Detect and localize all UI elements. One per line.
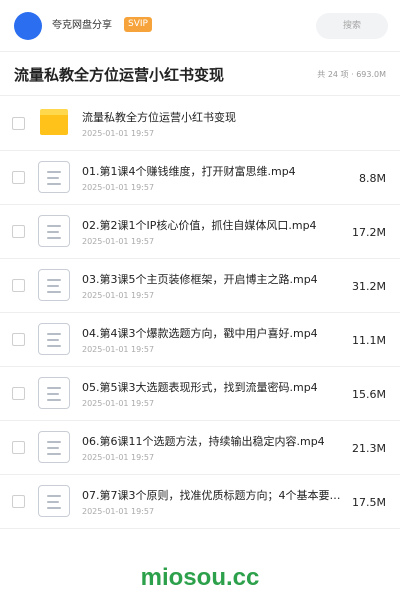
item-name: 04.第4课3个爆款选题方向，戳中用户喜好.mp4 <box>82 327 318 340</box>
item-date: 2025-01-01 19:57 <box>82 345 155 354</box>
item-summary: 共 24 项 · 693.0M <box>317 70 386 79</box>
folder-title-bar: 流量私教全方位运营小红书变现 共 24 项 · 693.0M <box>0 52 400 96</box>
list-item-folder[interactable]: 流量私教全方位运营小红书变现 2025-01-01 19:57 <box>0 97 400 151</box>
item-size: 17.5M <box>352 496 386 509</box>
file-list: 流量私教全方位运营小红书变现 2025-01-01 19:57 01.第1课4个… <box>0 97 400 529</box>
item-date: 2025-01-01 19:57 <box>82 507 155 516</box>
item-size: 17.2M <box>352 226 386 239</box>
item-name: 07.第7课3个原则，找准优质标题方向；4个基本要… <box>82 489 341 502</box>
site-watermark: miosou.cc <box>140 564 260 591</box>
file-icon <box>38 485 70 517</box>
select-checkbox[interactable] <box>12 387 25 400</box>
file-icon <box>38 161 70 193</box>
search-input[interactable]: 搜索 <box>316 13 388 39</box>
item-size: 21.3M <box>352 442 386 455</box>
item-name: 06.第6课11个选题方法，持续输出稳定内容.mp4 <box>82 435 325 448</box>
item-name: 05.第5课3大选题表现形式，找到流量密码.mp4 <box>82 381 318 394</box>
avatar[interactable] <box>14 12 42 40</box>
list-item[interactable]: 02.第2课1个IP核心价值，抓住自媒体风口.mp4 2025-01-01 19… <box>0 205 400 259</box>
select-checkbox[interactable] <box>12 117 25 130</box>
file-icon <box>38 323 70 355</box>
page-title: 流量私教全方位运营小红书变现 <box>14 66 225 84</box>
file-icon <box>38 269 70 301</box>
list-item[interactable]: 01.第1课4个赚钱维度，打开财富思维.mp4 2025-01-01 19:57… <box>0 151 400 205</box>
list-item[interactable]: 07.第7课3个原则，找准优质标题方向；4个基本要… 2025-01-01 19… <box>0 475 400 529</box>
item-date: 2025-01-01 19:57 <box>82 399 155 408</box>
item-date: 2025-01-01 19:57 <box>82 129 155 138</box>
select-checkbox[interactable] <box>12 171 25 184</box>
item-date: 2025-01-01 19:57 <box>82 237 155 246</box>
list-item[interactable]: 05.第5课3大选题表现形式，找到流量密码.mp4 2025-01-01 19:… <box>0 367 400 421</box>
select-checkbox[interactable] <box>12 495 25 508</box>
item-name: 流量私教全方位运营小红书变现 <box>82 111 236 124</box>
list-item[interactable]: 03.第3课5个主页装修框架，开启博主之路.mp4 2025-01-01 19:… <box>0 259 400 313</box>
file-icon <box>38 377 70 409</box>
item-name: 02.第2课1个IP核心价值，抓住自媒体风口.mp4 <box>82 219 317 232</box>
item-size: 11.1M <box>352 334 386 347</box>
list-item[interactable]: 04.第4课3个爆款选题方向，戳中用户喜好.mp4 2025-01-01 19:… <box>0 313 400 367</box>
item-size: 8.8M <box>359 172 386 185</box>
list-item[interactable]: 06.第6课11个选题方法，持续输出稳定内容.mp4 2025-01-01 19… <box>0 421 400 475</box>
select-checkbox[interactable] <box>12 279 25 292</box>
share-header: 夸克网盘分享 SVIP 搜索 <box>0 0 400 52</box>
item-date: 2025-01-01 19:57 <box>82 453 155 462</box>
folder-icon <box>38 107 70 139</box>
select-checkbox[interactable] <box>12 333 25 346</box>
item-size: 31.2M <box>352 280 386 293</box>
share-owner-name: 夸克网盘分享 <box>52 20 112 31</box>
file-icon <box>38 215 70 247</box>
svip-badge: SVIP <box>124 17 152 32</box>
item-date: 2025-01-01 19:57 <box>82 291 155 300</box>
select-checkbox[interactable] <box>12 441 25 454</box>
select-checkbox[interactable] <box>12 225 25 238</box>
item-date: 2025-01-01 19:57 <box>82 183 155 192</box>
item-size: 15.6M <box>352 388 386 401</box>
file-icon <box>38 431 70 463</box>
item-name: 03.第3课5个主页装修框架，开启博主之路.mp4 <box>82 273 318 286</box>
item-name: 01.第1课4个赚钱维度，打开财富思维.mp4 <box>82 165 296 178</box>
